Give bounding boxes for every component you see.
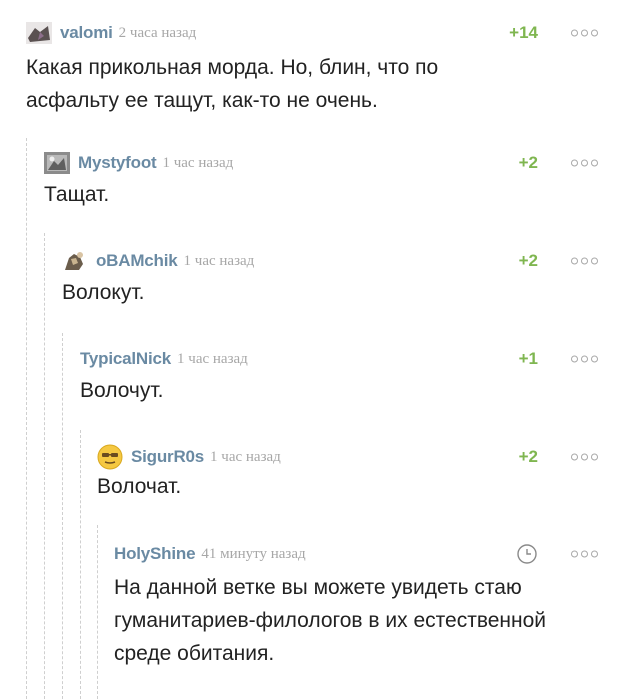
- clock-icon: [517, 544, 537, 564]
- comment-header: SigurR0s 1 час назад +2: [97, 444, 598, 470]
- comment-username[interactable]: oBAMchik: [96, 251, 178, 271]
- comment: TypicalNick 1 час назад +1 Волочут.: [80, 346, 598, 407]
- comment-timestamp[interactable]: 1 час назад: [210, 449, 281, 466]
- smiley-avatar-icon[interactable]: [97, 444, 123, 470]
- comment-rating: +2: [518, 447, 538, 466]
- comment-text: Волочат.: [97, 475, 182, 498]
- avatar-photo-icon[interactable]: [26, 22, 52, 44]
- comment-header: TypicalNick 1 час назад +1: [80, 346, 598, 372]
- comment: SigurR0s 1 час назад +2 Волочат.: [97, 444, 598, 503]
- branch-line: [62, 333, 64, 699]
- comment-rating: +2: [518, 153, 538, 172]
- comment-rating: +14: [509, 23, 538, 42]
- more-options-icon[interactable]: [571, 355, 598, 363]
- more-options-icon[interactable]: [571, 159, 598, 167]
- comment-text: Волочут.: [80, 379, 164, 402]
- comment-text: Волокут.: [62, 281, 145, 304]
- branch-line: [44, 233, 46, 699]
- avatar-photo-icon[interactable]: [62, 250, 88, 272]
- comment-text: Тащат.: [44, 183, 110, 206]
- comment-header: Mystyfoot 1 час назад +2: [44, 150, 598, 176]
- comment-header: oBAMchik 1 час назад +2: [62, 248, 598, 274]
- comment-text: Какая прикольная морда. Но, блин, что по…: [26, 56, 439, 112]
- branch-line: [97, 525, 99, 699]
- avatar-photo-icon[interactable]: [44, 152, 70, 174]
- comment-username[interactable]: Mystyfoot: [78, 153, 157, 173]
- comment-thread: valomi 2 часа назад +14 Какая прикольная…: [0, 0, 620, 699]
- comment: HolyShine 41 минуту назад На данной ветк…: [114, 541, 598, 670]
- comment-timestamp[interactable]: 1 час назад: [184, 253, 255, 270]
- branch-line: [26, 138, 28, 699]
- more-options-icon[interactable]: [571, 257, 598, 265]
- comment-header: HolyShine 41 минуту назад: [114, 541, 598, 567]
- comment: Mystyfoot 1 час назад +2 Тащат.: [44, 150, 598, 211]
- more-options-icon[interactable]: [571, 453, 598, 461]
- more-options-icon[interactable]: [571, 29, 598, 37]
- branch-line: [80, 430, 82, 699]
- comment-timestamp[interactable]: 41 минуту назад: [201, 546, 305, 563]
- comment-username[interactable]: valomi: [60, 23, 113, 43]
- comment-timestamp[interactable]: 1 час назад: [177, 351, 248, 368]
- comment-rating: +2: [518, 251, 538, 270]
- comment: oBAMchik 1 час назад +2 Волокут.: [62, 248, 598, 309]
- comment: valomi 2 часа назад +14 Какая прикольная…: [26, 20, 598, 117]
- comment-text: На данной ветке вы можете увидеть стаю г…: [114, 576, 547, 665]
- comment-timestamp[interactable]: 1 час назад: [162, 155, 233, 172]
- comment-header: valomi 2 часа назад +14: [26, 20, 598, 46]
- comment-username[interactable]: TypicalNick: [80, 349, 171, 369]
- comment-rating: +1: [518, 349, 538, 368]
- comment-username[interactable]: SigurR0s: [131, 447, 204, 467]
- comment-username[interactable]: HolyShine: [114, 544, 196, 564]
- comment-timestamp[interactable]: 2 часа назад: [119, 25, 197, 42]
- more-options-icon[interactable]: [571, 550, 598, 558]
